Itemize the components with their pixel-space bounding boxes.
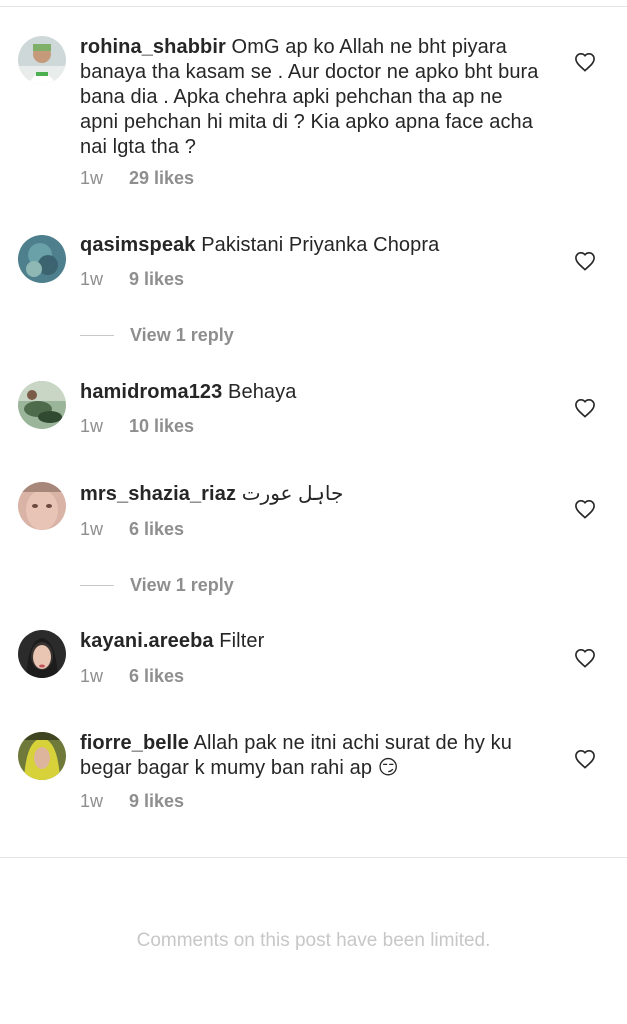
- comment-body: جاہل عورت: [241, 483, 344, 505]
- heart-outline-icon[interactable]: [574, 52, 596, 72]
- heart-outline-icon[interactable]: [574, 398, 596, 418]
- comment-body: Behaya: [228, 381, 297, 403]
- comment-text: qasimspeak Pakistani Priyanka Chopra: [80, 233, 540, 258]
- comment-likes[interactable]: 29 likes: [129, 168, 194, 188]
- comment-likes[interactable]: 6 likes: [129, 519, 184, 539]
- avatar[interactable]: [18, 235, 66, 283]
- comment-meta: 1w 29 likes: [80, 168, 194, 189]
- avatar[interactable]: [18, 381, 66, 429]
- view-replies-button[interactable]: View 1 reply: [80, 324, 234, 346]
- comment-likes[interactable]: 9 likes: [129, 269, 184, 289]
- comment-username[interactable]: rohina_shabbir: [80, 36, 226, 58]
- comment-text: rohina_shabbir OmG ap ko Allah ne bht pi…: [80, 35, 540, 160]
- avatar[interactable]: [18, 36, 66, 84]
- comment-time[interactable]: 1w: [80, 666, 103, 686]
- avatar[interactable]: [18, 482, 66, 530]
- reply-dash: [80, 334, 114, 336]
- comment-text: kayani.areeba Filter: [80, 629, 540, 654]
- view-replies-button[interactable]: View 1 reply: [80, 574, 234, 596]
- comment-username[interactable]: mrs_shazia_riaz: [80, 483, 236, 505]
- avatar[interactable]: [18, 732, 66, 780]
- heart-outline-icon[interactable]: [574, 499, 596, 519]
- heart-outline-icon[interactable]: [574, 749, 596, 769]
- comment-text: mrs_shazia_riaz جاہل عورت: [80, 482, 540, 507]
- heart-outline-icon[interactable]: [574, 251, 596, 271]
- view-replies-label: View 1 reply: [130, 324, 234, 345]
- comment-time[interactable]: 1w: [80, 168, 103, 188]
- comment-meta: 1w 6 likes: [80, 666, 184, 687]
- bottom-divider: [0, 857, 627, 858]
- comment-time[interactable]: 1w: [80, 416, 103, 436]
- view-replies-label: View 1 reply: [130, 574, 234, 595]
- comment-likes[interactable]: 6 likes: [129, 666, 184, 686]
- heart-outline-icon[interactable]: [574, 648, 596, 668]
- comment-meta: 1w 9 likes: [80, 791, 184, 812]
- comment-text: fiorre_belle Allah pak ne itni achi sura…: [80, 731, 540, 781]
- comment-username[interactable]: hamidroma123: [80, 381, 222, 403]
- comment-likes[interactable]: 10 likes: [129, 416, 194, 436]
- comment-meta: 1w 9 likes: [80, 269, 184, 290]
- comment-meta: 1w 6 likes: [80, 519, 184, 540]
- comment-meta: 1w 10 likes: [80, 416, 194, 437]
- comments-limited-notice: Comments on this post have been limited.: [136, 930, 491, 951]
- comment-body: Filter: [219, 630, 265, 652]
- comment-time[interactable]: 1w: [80, 791, 103, 811]
- comment-username[interactable]: fiorre_belle: [80, 732, 189, 754]
- comment-likes[interactable]: 9 likes: [129, 791, 184, 811]
- avatar[interactable]: [18, 630, 66, 678]
- reply-dash: [80, 584, 114, 586]
- comment-time[interactable]: 1w: [80, 519, 103, 539]
- comment-username[interactable]: kayani.areeba: [80, 630, 214, 652]
- comment-time[interactable]: 1w: [80, 269, 103, 289]
- comment-text: hamidroma123 Behaya: [80, 380, 540, 405]
- comment-body: Pakistani Priyanka Chopra: [201, 234, 440, 256]
- top-divider: [0, 6, 627, 7]
- comment-username[interactable]: qasimspeak: [80, 234, 196, 256]
